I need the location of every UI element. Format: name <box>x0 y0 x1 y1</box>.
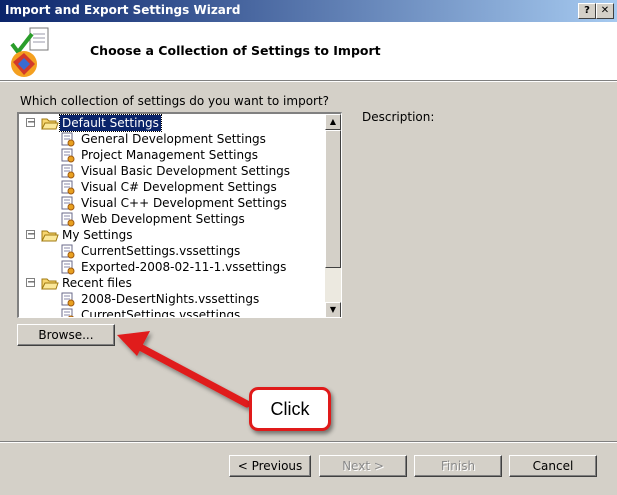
collection-question-label: Which collection of settings do you want… <box>20 94 330 108</box>
collapse-icon[interactable]: − <box>26 118 35 128</box>
settings-file-icon <box>61 308 75 317</box>
tree-item-label: Visual Basic Development Settings <box>81 164 291 178</box>
scroll-up-button[interactable]: ▲ <box>325 114 341 130</box>
next-button[interactable]: Next > <box>319 455 407 477</box>
collapse-icon[interactable]: − <box>26 230 35 240</box>
scroll-down-button[interactable]: ▼ <box>325 302 341 317</box>
tree-item-label: CurrentSettings.vssettings <box>81 244 241 258</box>
scroll-thumb[interactable] <box>325 130 341 268</box>
tree-group-label: My Settings <box>62 228 133 242</box>
help-button[interactable]: ? <box>578 3 596 19</box>
settings-tree[interactable]: − Default Settings General Development Set… <box>17 112 342 318</box>
close-button[interactable]: ✕ <box>596 3 614 19</box>
tree-group-label: Default Settings <box>59 114 162 132</box>
settings-wizard-icon <box>10 27 49 77</box>
footer-separator <box>0 441 617 443</box>
tree-group-label: Recent files <box>62 276 132 290</box>
previous-button[interactable]: < Previous <box>229 455 311 477</box>
tree-item-label: Project Management Settings <box>81 148 258 162</box>
finish-button[interactable]: Finish <box>414 455 502 477</box>
collapse-icon[interactable]: − <box>26 278 35 288</box>
window-title: Import and Export Settings Wizard <box>5 3 241 17</box>
folder-open-icon <box>41 277 59 294</box>
cancel-button[interactable]: Cancel <box>509 455 597 477</box>
browse-button[interactable]: Browse... <box>17 324 115 346</box>
title-bar: Import and Export Settings Wizard ? ✕ <box>0 0 617 22</box>
tree-item-label: Visual C++ Development Settings <box>81 196 287 210</box>
click-callout: Click <box>249 387 331 431</box>
folder-open-icon <box>41 229 59 246</box>
tree-item-label: Exported-2008-02-11-1.vssettings <box>81 260 287 274</box>
tree-item-label: CurrentSettings.vssettings <box>81 308 241 318</box>
header-separator <box>0 81 617 82</box>
wizard-header: Choose a Collection of Settings to Impor… <box>0 22 617 81</box>
tree-scrollbar[interactable]: ▲ ▼ <box>325 114 341 317</box>
tree-item-label: Visual C# Development Settings <box>81 180 277 194</box>
description-label: Description: <box>362 110 435 124</box>
folder-open-icon <box>41 117 59 134</box>
tree-item-label: 2008-DesertNights.vssettings <box>81 292 260 306</box>
tree-item-label: Web Development Settings <box>81 212 245 226</box>
tree-item-label: General Development Settings <box>81 132 266 146</box>
page-title: Choose a Collection of Settings to Impor… <box>90 43 381 58</box>
